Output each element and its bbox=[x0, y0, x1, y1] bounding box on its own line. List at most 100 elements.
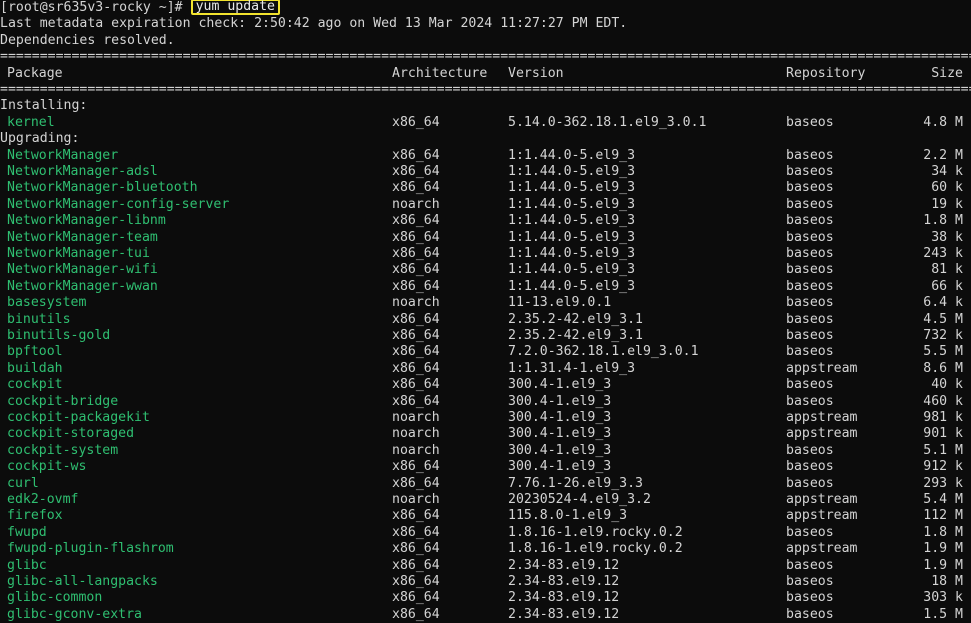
package-row: buildah x86_64 1:1.31.4-1.el9_3 appstream 8.… bbox=[0, 361, 971, 377]
package-arch: noarch bbox=[392, 196, 440, 212]
package-arch: x86_64 bbox=[392, 541, 440, 557]
package-row: basesystem noarch 11-13.el9.0.1 baseos 6.4 k bbox=[0, 295, 971, 311]
package-arch: noarch bbox=[392, 492, 440, 507]
terminal-window[interactable]: [root@sr635v3-rocky ~]# yum update Last … bbox=[0, 0, 971, 623]
package-size: 38 k bbox=[931, 229, 963, 245]
package-name: fwupd-plugin-flashrom bbox=[7, 541, 174, 557]
package-arch: x86_64 bbox=[392, 377, 440, 393]
package-version: 2.34-83.el9.12 bbox=[508, 557, 620, 573]
package-name: NetworkManager-config-server bbox=[7, 196, 230, 212]
package-size: 4.8 M bbox=[923, 114, 963, 130]
package-version: 1.8.16-1.el9.rocky.0.2 bbox=[508, 524, 683, 540]
package-row: NetworkManager-config-server noarch 1:1.44… bbox=[0, 197, 971, 213]
package-size: 1.8 M bbox=[923, 213, 963, 229]
package-arch: x86_64 bbox=[392, 524, 440, 540]
package-repo: baseos bbox=[786, 459, 834, 475]
shell-prompt: [root@sr635v3-rocky ~]# bbox=[0, 0, 191, 15]
package-row: NetworkManager-team x86_64 1:1.44.0-5.el9_… bbox=[0, 230, 971, 246]
package-size: 303 k bbox=[923, 590, 963, 606]
package-name: NetworkManager-bluetooth bbox=[7, 180, 198, 196]
package-name: firefox bbox=[7, 508, 63, 524]
package-repo: baseos bbox=[786, 164, 834, 179]
package-arch: x86_64 bbox=[392, 393, 440, 409]
package-size: 293 k bbox=[923, 475, 963, 491]
package-version: 2.34-83.el9.12 bbox=[508, 590, 620, 606]
package-version: 1:1.44.0-5.el9_3 bbox=[508, 229, 636, 245]
package-arch: x86_64 bbox=[392, 360, 440, 376]
package-arch: x86_64 bbox=[392, 114, 440, 130]
package-name: glibc-all-langpacks bbox=[7, 574, 158, 589]
package-arch: x86_64 bbox=[392, 246, 440, 261]
header-repository: Repository bbox=[786, 65, 866, 81]
package-row: cockpit-bridge x86_64 300.4-1.el9_3 baseos 4… bbox=[0, 394, 971, 410]
metadata-line: Last metadata expiration check: 2:50:42 … bbox=[0, 16, 628, 32]
package-repo: baseos bbox=[786, 311, 834, 327]
package-name: glibc-gconv-extra bbox=[7, 606, 142, 622]
package-row: edk2-ovmf noarch 20230524-4.el9_3.2 appstre… bbox=[0, 492, 971, 508]
package-name: cockpit-ws bbox=[7, 459, 87, 475]
package-name: binutils bbox=[7, 311, 71, 327]
package-row: NetworkManager x86_64 1:1.44.0-5.el9_3 base… bbox=[0, 148, 971, 164]
package-repo: baseos bbox=[786, 590, 834, 606]
package-name: kernel bbox=[7, 114, 55, 130]
package-arch: x86_64 bbox=[392, 180, 440, 196]
package-name: fwupd bbox=[7, 524, 47, 540]
package-version: 1:1.44.0-5.el9_3 bbox=[508, 180, 636, 196]
package-arch: x86_64 bbox=[392, 557, 440, 573]
package-row: kernel x86_64 5.14.0-362.18.1.el9_3.0.1 bas… bbox=[0, 115, 971, 131]
prompt-line: [root@sr635v3-rocky ~]# yum update bbox=[0, 0, 971, 16]
package-arch: x86_64 bbox=[392, 606, 440, 622]
package-arch: x86_64 bbox=[392, 164, 440, 179]
package-name: cockpit-bridge bbox=[7, 393, 119, 409]
package-row: glibc-gconv-extra x86_64 2.34-83.el9.12 bas… bbox=[0, 607, 971, 623]
package-repo: baseos bbox=[786, 246, 834, 261]
package-repo: baseos bbox=[786, 574, 834, 589]
package-name: edk2-ovmf bbox=[7, 492, 79, 507]
package-name: cockpit-system bbox=[7, 442, 119, 458]
package-name: binutils-gold bbox=[7, 328, 111, 343]
package-version: 300.4-1.el9_3 bbox=[508, 377, 612, 393]
package-row: glibc-all-langpacks x86_64 2.34-83.el9.12 b… bbox=[0, 574, 971, 590]
dependencies-line: Dependencies resolved. bbox=[0, 32, 175, 48]
package-version: 7.76.1-26.el9_3.3 bbox=[508, 475, 643, 491]
package-row: cockpit x86_64 300.4-1.el9_3 baseos 40 k bbox=[0, 377, 971, 393]
package-name: NetworkManager-team bbox=[7, 229, 158, 245]
package-repo: appstream bbox=[786, 541, 858, 557]
section-upgrading: Upgrading: bbox=[0, 131, 80, 147]
package-arch: x86_64 bbox=[392, 475, 440, 491]
package-name: cockpit bbox=[7, 377, 63, 393]
package-row: glibc-common x86_64 2.34-83.el9.12 baseos 30… bbox=[0, 590, 971, 606]
package-row: NetworkManager-libnm x86_64 1:1.44.0-5.el9… bbox=[0, 213, 971, 229]
package-repo: baseos bbox=[786, 442, 834, 458]
package-row: NetworkManager-wwan x86_64 1:1.44.0-5.el9_… bbox=[0, 279, 971, 295]
package-arch: x86_64 bbox=[392, 590, 440, 606]
package-version: 1:1.44.0-5.el9_3 bbox=[508, 196, 636, 212]
package-row: NetworkManager-wifi x86_64 1:1.44.0-5.el9_… bbox=[0, 262, 971, 278]
package-size: 1.9 M bbox=[923, 557, 963, 573]
package-repo: appstream bbox=[786, 492, 858, 507]
package-version: 5.14.0-362.18.1.el9_3.0.1 bbox=[508, 114, 707, 130]
package-arch: x86_64 bbox=[392, 229, 440, 245]
table-header: Package Architecture Version Repository … bbox=[0, 66, 971, 82]
package-repo: baseos bbox=[786, 278, 834, 294]
package-arch: noarch bbox=[392, 410, 440, 425]
command-highlight: yum update bbox=[190, 0, 280, 15]
package-size: 1.8 M bbox=[923, 524, 963, 540]
package-version: 300.4-1.el9_3 bbox=[508, 410, 612, 425]
package-size: 5.5 M bbox=[923, 344, 963, 360]
package-size: 66 k bbox=[931, 278, 963, 294]
package-arch: x86_64 bbox=[392, 262, 440, 278]
package-row: fwupd x86_64 1.8.16-1.el9.rocky.0.2 baseos 1… bbox=[0, 525, 971, 541]
package-repo: baseos bbox=[786, 606, 834, 622]
package-repo: appstream bbox=[786, 508, 858, 524]
package-row: curl x86_64 7.76.1-26.el9_3.3 baseos 293 k bbox=[0, 476, 971, 492]
package-version: 1:1.44.0-5.el9_3 bbox=[508, 278, 636, 294]
package-arch: x86_64 bbox=[392, 459, 440, 475]
package-row: NetworkManager-tui x86_64 1:1.44.0-5.el9_3… bbox=[0, 246, 971, 262]
package-name: NetworkManager-adsl bbox=[7, 164, 158, 179]
package-size: 60 k bbox=[931, 180, 963, 196]
package-row: fwupd-plugin-flashrom x86_64 1.8.16-1.el9.… bbox=[0, 541, 971, 557]
package-version: 1:1.31.4-1.el9_3 bbox=[508, 360, 636, 376]
package-repo: baseos bbox=[786, 328, 834, 343]
package-version: 1.8.16-1.el9.rocky.0.2 bbox=[508, 541, 683, 557]
